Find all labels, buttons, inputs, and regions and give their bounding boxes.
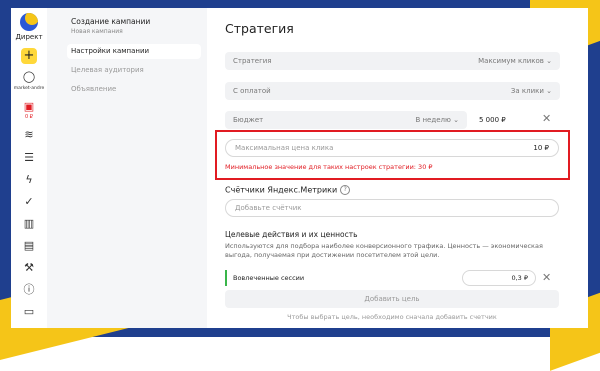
check-icon[interactable]: ✓ [22, 195, 36, 209]
user-icon[interactable]: ◯ [22, 70, 36, 84]
wave-icon[interactable]: ≋ [22, 128, 36, 142]
budget-period: В неделю [415, 116, 451, 124]
nav-item-ad[interactable]: Объявление [67, 82, 201, 97]
campaign-nav: Создание кампании Новая кампания Настрой… [47, 8, 207, 328]
chevron-down-icon: ⌄ [453, 116, 459, 124]
goal-row: Вовлеченные сессии [225, 270, 455, 286]
chevron-down-icon: ⌄ [546, 87, 552, 95]
chevron-down-icon: ⌄ [546, 57, 552, 65]
budget-select[interactable]: Бюджет В неделю ⌄ [225, 111, 467, 129]
direct-logo-icon[interactable] [20, 13, 38, 31]
payment-select[interactable]: С оплатой За клики ⌄ [225, 82, 560, 100]
main-panel: Стратегия Стратегия Максимум кликов ⌄ С … [207, 8, 588, 328]
metrika-heading: Счётчики Яндекс.Метрики? [225, 185, 351, 195]
user-label: market-andre [13, 86, 45, 91]
strategy-select[interactable]: Стратегия Максимум кликов ⌄ [225, 52, 560, 70]
budget-amount[interactable]: 5 000 ₽ [479, 116, 506, 124]
goals-description: Используются для подбора наиболее конвер… [225, 242, 543, 259]
campaign-subtitle: Новая кампания [71, 28, 123, 35]
hint-text: Чтобы выбрать цель, необходимо сначала д… [287, 313, 497, 321]
chart-icon[interactable]: ▥ [22, 217, 36, 231]
close-icon[interactable]: ✕ [542, 112, 551, 125]
goal-name: Вовлеченные сессии [233, 274, 305, 282]
nav-item-audience[interactable]: Целевая аудитория [67, 63, 201, 78]
briefcase-icon[interactable]: ▤ [22, 239, 36, 253]
create-button[interactable]: + [21, 48, 37, 64]
strategy-value: Максимум кликов [478, 57, 544, 65]
campaign-title: Создание кампании [71, 17, 151, 26]
strategy-label: Стратегия [233, 57, 272, 65]
max-cpc-value: 10 ₽ [533, 144, 549, 152]
budget-label: Бюджет [233, 116, 264, 124]
list-icon[interactable]: ☰ [22, 151, 36, 165]
payment-value: За клики [510, 87, 544, 95]
max-cpc-placeholder: Максимальная цена клика [235, 144, 334, 152]
add-counter-input[interactable]: Добавьте счётчик [225, 199, 559, 217]
nav-item-settings[interactable]: Настройки кампании [67, 44, 201, 59]
error-message: Минимальное значение для таких настроек … [225, 163, 433, 171]
goal-value: 0,3 ₽ [511, 274, 528, 282]
help-icon[interactable]: ? [340, 185, 351, 195]
wrench-icon[interactable]: ⚒ [22, 261, 36, 275]
app-window: Директ + ◯ market-andre ▣ 0 ₽ ≋ ☰ ϟ ✓ ▥ … [11, 8, 588, 328]
balance-label: 0 ₽ [25, 114, 33, 120]
icon-rail: Директ + ◯ market-andre ▣ 0 ₽ ≋ ☰ ϟ ✓ ▥ … [11, 8, 48, 328]
goals-heading: Целевые действия и их ценность [225, 230, 358, 239]
add-goal-button[interactable]: Добавить цель [225, 290, 559, 308]
add-counter-placeholder: Добавьте счётчик [235, 204, 302, 212]
goal-value-input[interactable]: 0,3 ₽ [462, 270, 536, 286]
info-icon[interactable]: ⓘ [22, 283, 36, 297]
brand-name: Директ [15, 33, 43, 41]
page-title: Стратегия [225, 21, 294, 36]
wallet-icon[interactable]: ▣ [22, 100, 36, 114]
max-cpc-input[interactable]: Максимальная цена клика 10 ₽ [225, 139, 559, 157]
payment-label: С оплатой [233, 87, 271, 95]
folder-icon[interactable]: ▭ [22, 305, 36, 319]
lightning-icon[interactable]: ϟ [22, 173, 36, 187]
close-icon[interactable]: ✕ [542, 271, 551, 284]
